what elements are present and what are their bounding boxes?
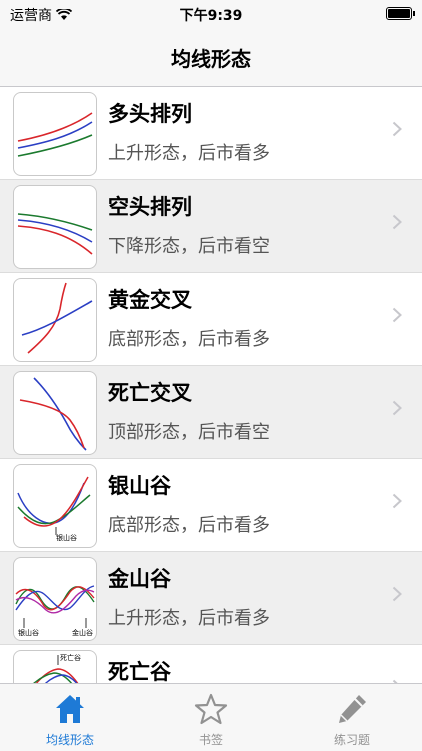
home-icon <box>56 695 84 723</box>
thumbnail-death-cross <box>13 371 97 455</box>
page-title: 均线形态 <box>171 47 251 71</box>
battery-icon <box>386 7 415 20</box>
list-item[interactable]: 黄金交叉 底部形态，后市看多 <box>0 273 422 366</box>
tab-label: 练习题 <box>333 733 370 747</box>
row-title: 银山谷 <box>108 474 171 498</box>
chevron-right-icon <box>392 586 402 602</box>
thumbnail-bearish-alignment <box>13 185 97 269</box>
thumbnail-death-valley: 死亡谷 <box>13 650 97 683</box>
chevron-right-icon <box>392 307 402 323</box>
list-item[interactable]: 空头排列 下降形态，后市看空 <box>0 180 422 273</box>
tab-exercises[interactable]: 练习题 <box>282 684 422 751</box>
row-title: 死亡谷 <box>108 660 171 683</box>
row-subtitle: 顶部形态，后市看空 <box>108 422 270 443</box>
row-subtitle: 下降形态，后市看空 <box>108 236 270 257</box>
row-subtitle: 底部形态，后市看多 <box>108 329 270 350</box>
thumbnail-caption: 银山谷 <box>18 629 39 637</box>
row-title: 空头排列 <box>108 195 192 219</box>
thumbnail-caption: 死亡谷 <box>60 654 81 662</box>
row-subtitle: 底部形态，后市看多 <box>108 515 270 536</box>
star-icon <box>194 693 228 725</box>
pencil-icon <box>339 695 366 723</box>
status-bar: 运营商 下午9:39 <box>0 0 422 26</box>
tab-bar: 均线形态 书签 练习题 <box>0 683 422 751</box>
row-title: 金山谷 <box>108 567 171 591</box>
pattern-list: 多头排列 上升形态，后市看多 空头排列 下降形态，后市看空 黄金交叉 底部形态，… <box>0 87 422 683</box>
row-title: 死亡交叉 <box>108 381 192 405</box>
list-item[interactable]: 多头排列 上升形态，后市看多 <box>0 87 422 180</box>
list-item[interactable]: 银山谷 金山谷 金山谷 上升形态，后市看多 <box>0 552 422 645</box>
chevron-right-icon <box>392 400 402 416</box>
status-time: 下午9:39 <box>179 8 243 24</box>
thumbnail-bullish-alignment <box>13 92 97 176</box>
list-item[interactable]: 死亡交叉 顶部形态，后市看空 <box>0 366 422 459</box>
row-title: 黄金交叉 <box>108 288 192 312</box>
chevron-right-icon <box>392 121 402 137</box>
navigation-bar: 均线形态 <box>0 26 422 87</box>
thumbnail-caption: 银山谷 <box>56 534 77 542</box>
row-subtitle: 上升形态，后市看多 <box>108 143 270 164</box>
row-title: 多头排列 <box>108 102 192 126</box>
list-item[interactable]: 死亡谷 死亡谷 <box>0 645 422 683</box>
tab-bookmarks[interactable]: 书签 <box>141 684 281 751</box>
thumbnail-caption: 金山谷 <box>72 629 93 637</box>
list-item[interactable]: 银山谷 银山谷 底部形态，后市看多 <box>0 459 422 552</box>
chevron-right-icon <box>392 493 402 509</box>
chevron-right-icon <box>392 214 402 230</box>
tab-patterns[interactable]: 均线形态 <box>0 684 140 751</box>
thumbnail-golden-valley: 银山谷 金山谷 <box>13 557 97 641</box>
row-subtitle: 上升形态，后市看多 <box>108 608 270 629</box>
tab-label: 均线形态 <box>45 733 94 747</box>
thumbnail-golden-cross <box>13 278 97 362</box>
tab-label: 书签 <box>198 733 223 747</box>
thumbnail-silver-valley: 银山谷 <box>13 464 97 548</box>
